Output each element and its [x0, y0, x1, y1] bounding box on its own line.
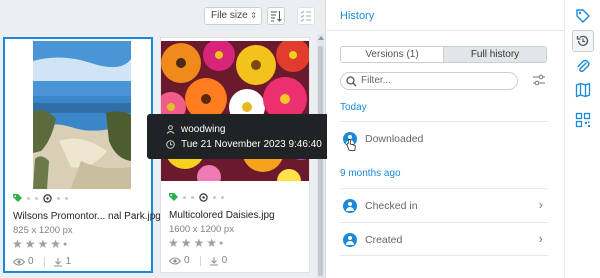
asset-dimensions: 825 x 1200 px: [13, 225, 73, 236]
tag-icon[interactable]: [575, 8, 591, 24]
filter-settings-icon[interactable]: [532, 73, 546, 87]
download-icon: [209, 256, 218, 265]
status-dot: [221, 195, 224, 199]
tooltip-datetime: Tue 21 November 2023 9:46:40: [181, 139, 322, 150]
divider: [340, 255, 548, 256]
history-panel: History Versions (1) Full history Filter…: [327, 0, 564, 278]
panel-title: History: [340, 10, 375, 22]
history-icon: [576, 35, 589, 46]
status-dot: [191, 195, 194, 199]
search-icon: [346, 76, 357, 87]
chevron-right-icon: ›: [538, 197, 543, 212]
avatar: [343, 199, 357, 213]
downloads-count: 0: [221, 255, 228, 266]
history-row[interactable]: Checked in ›: [340, 188, 548, 221]
history-icon: [199, 192, 208, 202]
history-row-label: Downloaded: [365, 133, 424, 145]
tab-full-history[interactable]: Full history: [443, 47, 546, 62]
section-label: 9 months ago: [340, 168, 401, 179]
status-dot: [183, 195, 186, 199]
scrollbar-thumb[interactable]: [318, 46, 323, 276]
select-mode-button[interactable]: [297, 7, 315, 25]
downloads-count: 1: [65, 256, 72, 267]
asset-status-icons: [13, 193, 68, 203]
asset-stats: 0 1: [13, 256, 81, 267]
sort-icon: [271, 11, 282, 22]
status-dot: [27, 196, 30, 200]
avatar: [343, 233, 357, 247]
asset-thumbnail: [11, 41, 151, 189]
scroll-up-icon[interactable]: [318, 36, 324, 40]
side-icon-rail: [564, 0, 600, 278]
status-dot: [213, 195, 216, 199]
status-dot: [35, 196, 38, 200]
eye-icon: [13, 258, 25, 265]
asset-name: Wilsons Promontor... nal Park.jpg: [13, 211, 161, 222]
history-tooltip: woodwing Tue 21 November 2023 9:46:40: [147, 114, 336, 159]
history-row[interactable]: Downloaded: [340, 121, 548, 154]
download-icon: [53, 257, 62, 266]
assets-toolbar: File size ⇕: [0, 0, 326, 32]
rating-stars[interactable]: ★★★★●: [168, 236, 225, 250]
chevron-right-icon: ›: [538, 231, 543, 246]
asset-name: Multicolored Daisies.jpg: [169, 210, 275, 221]
asset-thumbnail: [161, 41, 309, 181]
asset-status-icons: [169, 192, 224, 202]
status-dot: [65, 196, 68, 200]
views-count: 0: [184, 255, 190, 266]
tab-versions[interactable]: Versions (1): [341, 47, 443, 62]
user-icon: [166, 125, 175, 134]
paperclip-icon[interactable]: [575, 58, 591, 74]
section-label: Today: [340, 102, 367, 113]
qr-code-icon[interactable]: [575, 112, 591, 128]
clock-icon: [166, 140, 175, 149]
history-icon: [43, 193, 52, 203]
tag-icon: [169, 192, 178, 201]
eye-icon: [169, 257, 181, 264]
chevron-updown-icon: ⇕: [250, 11, 257, 20]
filter-placeholder: Filter...: [361, 75, 392, 86]
divider: [327, 30, 564, 31]
status-dot: [57, 196, 60, 200]
history-tabs: Versions (1) Full history: [340, 46, 547, 63]
history-row-label: Created: [365, 234, 403, 246]
map-icon[interactable]: [575, 82, 591, 98]
views-count: 0: [28, 256, 34, 267]
sort-select[interactable]: File size ⇕: [204, 7, 262, 25]
tag-icon: [13, 193, 22, 202]
checklist-icon: [300, 10, 311, 22]
sort-select-label: File size: [211, 10, 248, 21]
cursor-pointer-icon: [346, 139, 356, 151]
sort-order-button[interactable]: [267, 7, 285, 25]
history-row[interactable]: Created ›: [340, 222, 548, 255]
asset-dimensions: 1600 x 1200 px: [169, 224, 234, 235]
asset-stats: 0 0: [169, 255, 237, 266]
filter-input[interactable]: Filter...: [340, 72, 518, 90]
rating-stars[interactable]: ★★★★●: [12, 237, 69, 251]
history-row-label: Checked in: [365, 200, 418, 212]
asset-card[interactable]: Wilsons Promontor... nal Park.jpg 825 x …: [3, 37, 161, 273]
tooltip-user: woodwing: [181, 124, 226, 135]
history-panel-button[interactable]: [572, 30, 594, 52]
